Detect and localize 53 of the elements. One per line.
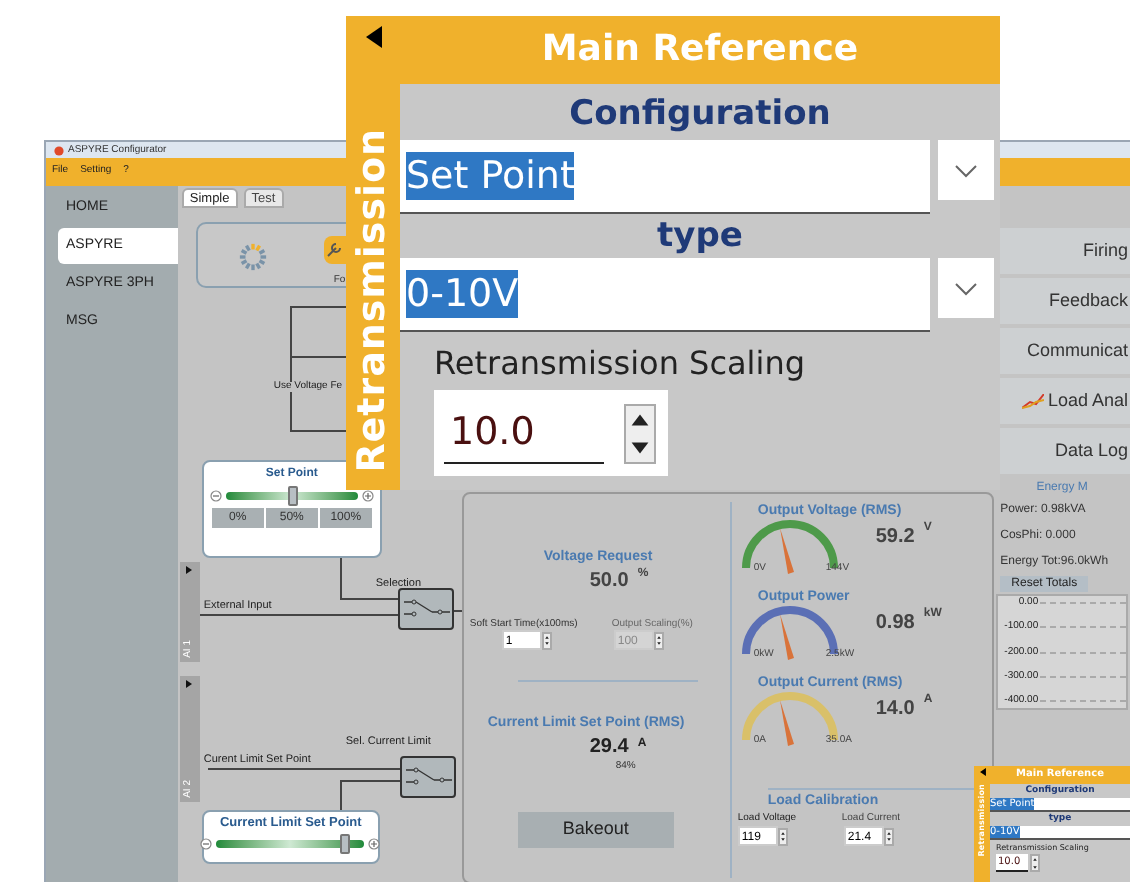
expand-arrow-icon <box>186 566 193 574</box>
menu-button[interactable]: Load Anal <box>994 378 1130 424</box>
menu-button[interactable]: Communicat <box>994 328 1130 374</box>
selected-text: 0-10V <box>406 270 519 318</box>
down-arrow-icon[interactable] <box>655 640 662 647</box>
dropdown-field[interactable]: 0-10V <box>400 258 930 332</box>
app-logo-icon <box>54 145 64 155</box>
up-arrow-icon[interactable] <box>1032 856 1038 863</box>
down-arrow-icon[interactable] <box>885 836 892 843</box>
menu-button[interactable]: Data Log <box>994 428 1130 474</box>
selector-switch-icon <box>399 756 456 798</box>
spin-buttons[interactable] <box>653 631 664 649</box>
menu-button[interactable]: Firing <box>994 228 1130 274</box>
up-arrow-icon[interactable] <box>543 633 550 640</box>
gauge-reading: 0.98 <box>875 610 915 638</box>
minus-icon[interactable] <box>200 837 213 850</box>
callout-header: Main Reference <box>400 16 1000 84</box>
field-label: Configuration <box>567 92 833 138</box>
down-arrow-icon[interactable] <box>779 836 786 843</box>
loading-spinner-icon <box>237 242 268 272</box>
selector-switch-icon <box>397 588 454 630</box>
spin-buttons[interactable] <box>883 827 894 845</box>
slider-thumb[interactable] <box>340 833 350 854</box>
collapse-arrow-icon[interactable] <box>365 26 381 48</box>
field-label: type <box>655 214 745 258</box>
up-arrow-icon[interactable] <box>655 633 662 640</box>
spin-buttons[interactable] <box>1030 854 1040 872</box>
down-arrow-icon[interactable] <box>1032 863 1038 870</box>
menu-button[interactable]: Feedback <box>994 278 1130 324</box>
chevron-down-icon <box>954 281 978 295</box>
selected-text: Set Point <box>406 152 575 200</box>
dropdown-field[interactable]: Set Point <box>400 140 930 214</box>
gauge-reading: 14.0 <box>875 696 915 724</box>
spin-buttons[interactable] <box>624 403 656 463</box>
expand-arrow-icon <box>186 680 193 688</box>
gauge-reading: 59.2 <box>875 524 915 552</box>
up-arrow-icon[interactable] <box>779 829 786 836</box>
plus-icon[interactable] <box>368 837 381 850</box>
minus-icon[interactable] <box>209 490 222 502</box>
voltage-reading: 50.0 <box>589 568 629 596</box>
chart-icon <box>1021 393 1044 409</box>
slider-thumb[interactable] <box>287 486 298 506</box>
side-label: Retransmission <box>348 128 397 473</box>
current-reading: 29.4 <box>589 738 629 758</box>
spin-buttons[interactable] <box>777 827 788 845</box>
down-arrow-icon[interactable] <box>543 640 550 647</box>
bakeout-button[interactable]: Bakeout <box>517 812 674 848</box>
field-label: Retransmission Scaling <box>434 342 807 386</box>
collapse-arrow-icon[interactable] <box>979 768 985 776</box>
wrench-icon <box>326 242 343 258</box>
spin-buttons[interactable] <box>541 631 552 649</box>
chevron-down-icon <box>954 163 978 177</box>
up-arrow-icon[interactable] <box>885 829 892 836</box>
